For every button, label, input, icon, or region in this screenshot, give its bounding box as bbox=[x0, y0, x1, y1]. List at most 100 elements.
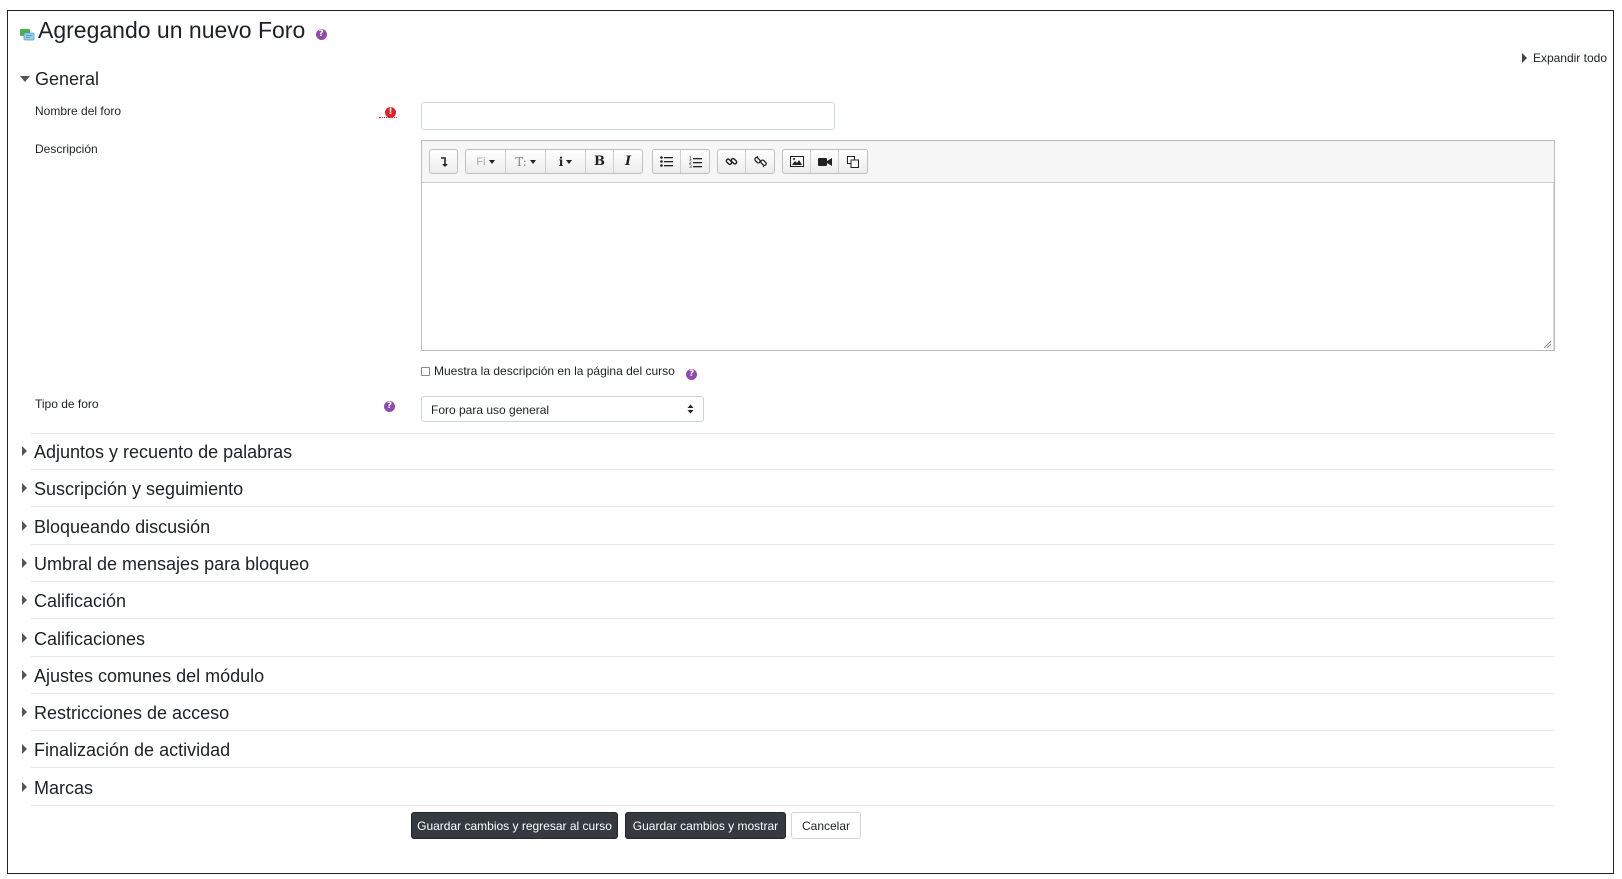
caret-right-icon bbox=[22, 446, 27, 456]
section-label: Suscripción y seguimiento bbox=[34, 479, 244, 499]
collapsed-section-header[interactable]: Bloqueando discusión bbox=[20, 517, 210, 538]
caret-right-icon bbox=[22, 744, 27, 754]
divider bbox=[31, 618, 1554, 619]
toolbar-group-media bbox=[782, 149, 868, 174]
show-description-row: Muestra la descripción en la página del … bbox=[421, 364, 698, 380]
divider bbox=[31, 656, 1554, 657]
ordered-list-button[interactable]: 123 bbox=[681, 150, 709, 173]
section-label: Marcas bbox=[34, 778, 94, 798]
help-icon[interactable]: ? bbox=[686, 369, 698, 380]
collapsed-section-header[interactable]: Finalización de actividad bbox=[20, 740, 230, 761]
divider bbox=[31, 581, 1554, 582]
expand-all-link[interactable]: Expandir todo bbox=[1521, 51, 1607, 65]
collapsed-section-header[interactable]: Umbral de mensajes para bloqueo bbox=[20, 554, 309, 575]
section-label: Ajustes comunes del módulo bbox=[34, 666, 265, 686]
video-camera-icon bbox=[817, 157, 832, 166]
section-label: Umbral de mensajes para bloqueo bbox=[34, 554, 310, 574]
unlink-button[interactable] bbox=[746, 150, 774, 173]
collapsed-section-header[interactable]: Calificaciones bbox=[20, 629, 145, 650]
manage-files-button[interactable] bbox=[839, 150, 867, 173]
collapsed-section-header[interactable]: Adjuntos y recuento de palabras bbox=[20, 442, 292, 463]
page-frame: Agregando un nuevo Foro ? Expandir todo … bbox=[7, 10, 1614, 874]
image-icon bbox=[789, 156, 804, 167]
link-icon bbox=[725, 157, 738, 166]
collapsed-section-header[interactable]: Ajustes comunes del módulo bbox=[20, 666, 264, 687]
italic-button[interactable]: I bbox=[614, 150, 642, 173]
caret-down-icon bbox=[20, 76, 30, 82]
section-label: Adjuntos y recuento de palabras bbox=[34, 442, 293, 462]
required-underline bbox=[379, 117, 397, 118]
link-button[interactable] bbox=[718, 150, 746, 173]
caret-right-icon bbox=[22, 782, 27, 792]
caret-right-icon bbox=[22, 483, 27, 493]
font-family-dropdown[interactable]: Fi bbox=[466, 150, 506, 173]
divider bbox=[31, 469, 1554, 470]
section-label: Restricciones de acceso bbox=[34, 703, 230, 723]
section-general-header[interactable]: General bbox=[20, 69, 99, 90]
caret-right-icon bbox=[22, 670, 27, 680]
description-editor: Fi T: i B I 1 2 3 bbox=[421, 140, 1555, 351]
save-display-button[interactable]: Guardar cambios y mostrar bbox=[625, 812, 786, 839]
ordered-list-icon: 123 bbox=[689, 156, 702, 168]
forum-icon bbox=[20, 29, 35, 41]
arrow-down-icon bbox=[440, 156, 448, 167]
collapsed-section-header[interactable]: Marcas bbox=[20, 778, 93, 799]
toolbar-group-collapse bbox=[429, 149, 458, 174]
caret-right-icon bbox=[22, 633, 27, 643]
collapsed-section-header[interactable]: Calificación bbox=[20, 591, 126, 612]
help-icon[interactable]: ? bbox=[315, 29, 327, 40]
editor-toolbar: Fi T: i B I 1 2 3 bbox=[422, 141, 1554, 183]
copy-files-icon bbox=[847, 155, 859, 168]
unordered-list-button[interactable] bbox=[653, 150, 681, 173]
toolbar-group-style: Fi T: i B I bbox=[465, 149, 643, 174]
collapsed-section-header[interactable]: Suscripción y seguimiento bbox=[20, 479, 243, 500]
caret-right-icon bbox=[1521, 53, 1527, 63]
image-button[interactable] bbox=[783, 150, 811, 173]
page-title: Agregando un nuevo Foro ? bbox=[38, 17, 327, 44]
divider bbox=[31, 506, 1554, 507]
forum-type-select[interactable]: Foro para uso general bbox=[421, 396, 704, 422]
media-button[interactable] bbox=[811, 150, 839, 173]
caret-right-icon bbox=[22, 707, 27, 717]
description-textarea[interactable] bbox=[422, 182, 1554, 350]
show-description-label: Muestra la descripción en la página del … bbox=[434, 364, 675, 378]
toolbar-group-links bbox=[717, 149, 775, 174]
collapsed-section-header[interactable]: Restricciones de acceso bbox=[20, 703, 229, 724]
info-icon: i bbox=[558, 154, 564, 169]
toolbar-group-lists: 123 bbox=[652, 149, 710, 174]
forum-type-value: Foro para uso general bbox=[431, 403, 550, 417]
section-label: Calificaciones bbox=[34, 629, 146, 649]
divider bbox=[31, 544, 1554, 545]
svg-text:3: 3 bbox=[689, 164, 692, 168]
caret-right-icon bbox=[22, 558, 27, 568]
divider bbox=[31, 730, 1554, 731]
page-title-text: Agregando un nuevo Foro bbox=[38, 17, 306, 43]
caret-right-icon bbox=[22, 595, 27, 605]
divider bbox=[31, 693, 1554, 694]
show-description-checkbox[interactable] bbox=[421, 367, 430, 376]
cancel-button[interactable]: Cancelar bbox=[791, 812, 861, 839]
help-icon[interactable]: ? bbox=[384, 401, 395, 412]
save-return-button[interactable]: Guardar cambios y regresar al curso bbox=[411, 812, 618, 839]
toolbar-toggle-button[interactable] bbox=[430, 150, 457, 173]
divider bbox=[31, 433, 1554, 434]
divider bbox=[31, 767, 1554, 768]
forum-name-input[interactable] bbox=[421, 102, 835, 130]
section-label: Finalización de actividad bbox=[34, 740, 231, 760]
section-label: Bloqueando discusión bbox=[34, 517, 211, 537]
bold-button[interactable]: B bbox=[586, 150, 614, 173]
divider bbox=[31, 805, 1554, 806]
forum-type-label: Tipo de foro bbox=[35, 397, 99, 411]
paragraph-style-dropdown[interactable]: i bbox=[546, 150, 586, 173]
bold-icon: B bbox=[594, 154, 605, 169]
forum-name-label: Nombre del foro bbox=[35, 104, 122, 118]
section-general-label: General bbox=[35, 69, 100, 89]
font-size-dropdown[interactable]: T: bbox=[506, 150, 546, 173]
expand-all-label: Expandir todo bbox=[1532, 51, 1607, 65]
resize-grip-icon[interactable] bbox=[1543, 340, 1551, 348]
unlink-icon bbox=[753, 155, 767, 168]
section-label: Calificación bbox=[34, 591, 127, 611]
unordered-list-icon bbox=[660, 156, 673, 167]
italic-icon: I bbox=[624, 154, 632, 169]
caret-right-icon bbox=[22, 521, 27, 531]
